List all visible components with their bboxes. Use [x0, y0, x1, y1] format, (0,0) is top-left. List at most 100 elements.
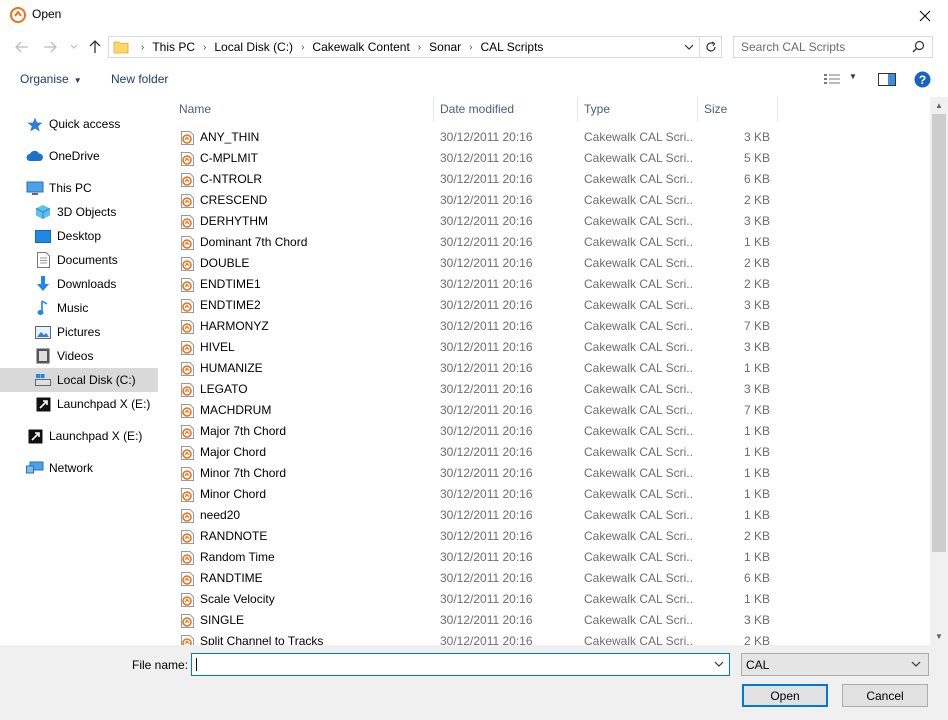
file-row[interactable]: Major Chord 30/12/2011 20:16 Cakewalk CAL … — [161, 442, 930, 463]
arrow-right-icon — [44, 41, 57, 53]
file-row[interactable]: ANY_THIN 30/12/2011 20:16 Cakewalk CAL Scr… — [161, 127, 930, 148]
file-row[interactable]: RANDTIME 30/12/2011 20:16 Cakewalk CAL Scr… — [161, 568, 930, 589]
breadcrumb-separator[interactable]: › — [465, 42, 476, 53]
sidebar-item-downloads[interactable]: Downloads — [34, 272, 116, 296]
breadcrumb-local-disk[interactable]: Local Disk (C:) — [210, 40, 297, 54]
file-row[interactable]: ENDTIME2 30/12/2011 20:16 Cakewalk CAL Scr… — [161, 295, 930, 316]
sidebar-item-desktop[interactable]: Desktop — [34, 224, 101, 248]
sidebar-item-3d-objects[interactable]: 3D Objects — [34, 200, 116, 224]
file-type-cell: Cakewalk CAL Scri... — [584, 571, 694, 585]
file-type-cell: Cakewalk CAL Scri... — [584, 613, 694, 627]
file-row[interactable]: Scale Velocity 30/12/2011 20:16 Cakewalk C… — [161, 589, 930, 610]
sidebar-item-music[interactable]: Music — [34, 296, 88, 320]
search-input[interactable]: Search CAL Scripts — [733, 36, 933, 58]
file-row[interactable]: CRESCEND 30/12/2011 20:16 Cakewalk CAL Scr… — [161, 190, 930, 211]
new-folder-button[interactable]: New folder — [111, 72, 168, 86]
sidebar-item-label: Quick access — [49, 117, 121, 131]
file-row[interactable]: HIVEL 30/12/2011 20:16 Cakewalk CAL Scri..… — [161, 337, 930, 358]
up-button[interactable] — [84, 37, 106, 57]
chevron-down-icon[interactable] — [713, 657, 725, 671]
file-row[interactable]: SINGLE 30/12/2011 20:16 Cakewalk CAL Scri.… — [161, 610, 930, 631]
file-row[interactable]: Dominant 7th Chord 30/12/2011 20:16 Cakewa… — [161, 232, 930, 253]
file-name-input[interactable] — [191, 653, 730, 676]
search-icon — [912, 40, 925, 53]
file-row[interactable]: Major 7th Chord 30/12/2011 20:16 Cakewalk … — [161, 421, 930, 442]
breadcrumb-this-pc[interactable]: This PC — [148, 40, 199, 54]
sidebar-item-videos[interactable]: Videos — [34, 344, 93, 368]
column-divider[interactable] — [777, 97, 778, 121]
back-button[interactable] — [11, 37, 33, 57]
file-type-cell: Cakewalk CAL Scri... — [584, 172, 694, 186]
preview-pane-icon[interactable] — [878, 73, 896, 86]
sidebar-item-documents[interactable]: Documents — [34, 248, 118, 272]
sidebar-item-quick-access[interactable]: Quick access — [26, 112, 120, 136]
file-row[interactable]: need20 30/12/2011 20:16 Cakewalk CAL Scri.… — [161, 505, 930, 526]
pictures-icon — [34, 324, 52, 340]
close-button[interactable] — [902, 0, 948, 31]
file-date-cell: 30/12/2011 20:16 — [440, 361, 533, 375]
file-date-cell: 30/12/2011 20:16 — [440, 529, 533, 543]
file-row[interactable]: RANDNOTE 30/12/2011 20:16 Cakewalk CAL Scr… — [161, 526, 930, 547]
sidebar-item-launchpad-x-e[interactable]: Launchpad X (E:) — [26, 424, 142, 448]
file-row[interactable]: LEGATO 30/12/2011 20:16 Cakewalk CAL Scri.… — [161, 379, 930, 400]
column-divider[interactable] — [433, 97, 434, 121]
cakewalk-app-icon — [10, 7, 26, 23]
file-row[interactable]: ENDTIME1 30/12/2011 20:16 Cakewalk CAL Scr… — [161, 274, 930, 295]
organise-button[interactable]: Organise ▼ — [20, 72, 82, 86]
sidebar-item-local-disk[interactable]: Local Disk (C:) — [0, 368, 158, 392]
file-row[interactable]: C-NTROLR 30/12/2011 20:16 Cakewalk CAL Scr… — [161, 169, 930, 190]
scrollbar-thumb[interactable] — [932, 114, 946, 552]
file-type-cell: Cakewalk CAL Scri... — [584, 235, 694, 249]
file-row[interactable]: Minor Chord 30/12/2011 20:16 Cakewalk CAL … — [161, 484, 930, 505]
file-row[interactable]: DERHYTHM 30/12/2011 20:16 Cakewalk CAL Scr… — [161, 211, 930, 232]
cal-script-file-icon — [181, 383, 194, 397]
vertical-scrollbar[interactable]: ▲ ▼ — [930, 97, 948, 645]
sidebar-item-launchpad-x-e-pc[interactable]: Launchpad X (E:) — [34, 392, 150, 416]
breadcrumb-separator[interactable]: › — [297, 42, 308, 53]
cal-script-file-icon — [181, 572, 194, 586]
recent-locations-button[interactable] — [63, 37, 85, 57]
file-row[interactable]: HARMONYZ 30/12/2011 20:16 Cakewalk CAL Scr… — [161, 316, 930, 337]
breadcrumb-separator[interactable]: › — [199, 42, 210, 53]
column-header-type[interactable]: Type — [584, 97, 694, 121]
column-header-size[interactable]: Size — [704, 97, 776, 121]
file-date-cell: 30/12/2011 20:16 — [440, 592, 533, 606]
column-divider[interactable] — [697, 97, 698, 121]
sidebar-item-pictures[interactable]: Pictures — [34, 320, 100, 344]
breadcrumb-separator[interactable]: › — [414, 42, 425, 53]
breadcrumb-cal-scripts[interactable]: CAL Scripts — [477, 40, 548, 54]
column-divider[interactable] — [577, 97, 578, 121]
document-icon — [34, 252, 52, 268]
cancel-button[interactable]: Cancel — [842, 684, 928, 707]
file-size-cell: 1 KB — [743, 445, 770, 459]
file-name-cell: ENDTIME2 — [200, 298, 261, 312]
file-row[interactable]: Minor 7th Chord 30/12/2011 20:16 Cakewalk … — [161, 463, 930, 484]
address-bar[interactable]: › This PC › Local Disk (C:) › Cakewalk C… — [108, 36, 722, 58]
open-button[interactable]: Open — [742, 684, 828, 707]
scroll-down-button[interactable]: ▼ — [930, 628, 948, 645]
breadcrumb-sonar[interactable]: Sonar — [425, 40, 465, 54]
file-row[interactable]: C-MPLMIT 30/12/2011 20:16 Cakewalk CAL Scr… — [161, 148, 930, 169]
file-row[interactable]: Split Channel to Tracks 30/12/2011 20:16 C… — [161, 631, 930, 645]
drive-icon — [34, 372, 52, 388]
sidebar-item-network[interactable]: Network — [26, 456, 93, 480]
column-header-date-modified[interactable]: Date modified — [440, 97, 578, 121]
forward-button[interactable] — [39, 37, 61, 57]
file-row[interactable]: MACHDRUM 30/12/2011 20:16 Cakewalk CAL Scr… — [161, 400, 930, 421]
column-header-name[interactable]: Name — [179, 97, 433, 121]
sidebar-item-this-pc[interactable]: This PC — [26, 176, 92, 200]
breadcrumb-cakewalk-content[interactable]: Cakewalk Content — [308, 40, 413, 54]
help-icon[interactable]: ? — [914, 71, 931, 88]
view-dropdown-caret-icon[interactable]: ▼ — [849, 72, 857, 81]
refresh-button[interactable] — [699, 37, 721, 57]
view-options-icon[interactable] — [823, 73, 841, 85]
file-row[interactable]: HUMANIZE 30/12/2011 20:16 Cakewalk CAL Scr… — [161, 358, 930, 379]
scroll-up-button[interactable]: ▲ — [930, 97, 948, 114]
file-date-cell: 30/12/2011 20:16 — [440, 613, 533, 627]
file-type-cell: Cakewalk CAL Scri... — [584, 424, 694, 438]
file-type-select[interactable]: CAL — [741, 653, 929, 676]
file-row[interactable]: Random Time 30/12/2011 20:16 Cakewalk CAL … — [161, 547, 930, 568]
address-history-dropdown[interactable] — [681, 37, 697, 57]
sidebar-item-onedrive[interactable]: OneDrive — [26, 144, 100, 168]
file-row[interactable]: DOUBLE 30/12/2011 20:16 Cakewalk CAL Scri.… — [161, 253, 930, 274]
